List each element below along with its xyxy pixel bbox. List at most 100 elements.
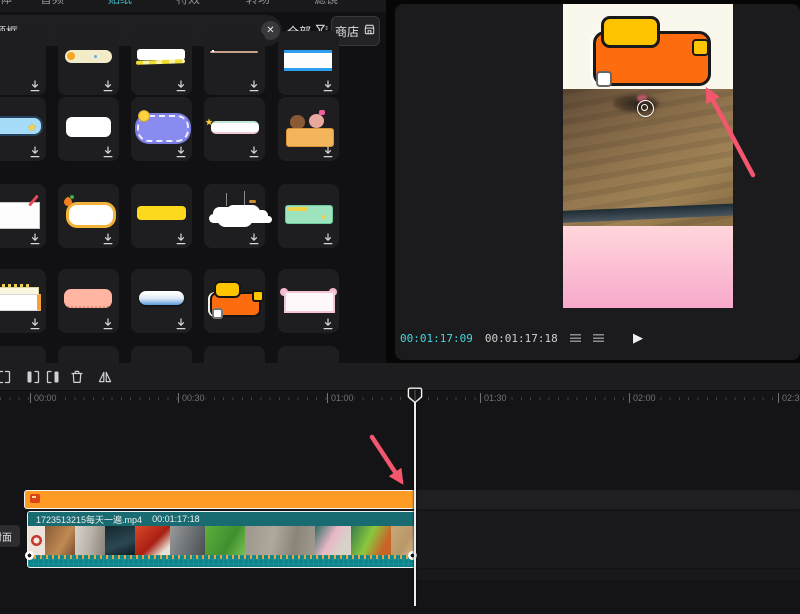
template-card-white-squiggle[interactable]: [131, 31, 192, 95]
sticker-white-corner: [596, 71, 612, 87]
ruler-tick-01:00: 01:00: [327, 393, 354, 403]
ruler-tick-00:30: 00:30: [178, 393, 205, 403]
delete-icon[interactable]: [69, 369, 85, 385]
ruler-tick-02:00: 02:00: [629, 393, 656, 403]
cover-button-label: 封面: [0, 529, 12, 544]
download-icon[interactable]: [29, 79, 41, 91]
template-card-bears-sign[interactable]: [278, 97, 339, 161]
video-clip-thumbnails: [28, 526, 415, 555]
template-card-plain[interactable]: [58, 346, 119, 363]
download-icon[interactable]: [322, 317, 334, 329]
video-thumbnail-8: [245, 526, 315, 555]
download-icon[interactable]: [102, 145, 114, 157]
download-icon[interactable]: [102, 79, 114, 91]
tab-音频[interactable]: 音频: [40, 0, 64, 12]
template-card-cloud[interactable]: [204, 184, 265, 248]
tab-媒体[interactable]: 媒体: [0, 0, 12, 12]
download-icon[interactable]: [248, 232, 260, 244]
sticker-clip-icon: [30, 494, 40, 503]
template-card-blue-box[interactable]: [278, 31, 339, 95]
template-card-white-rounded[interactable]: [58, 97, 119, 161]
sticker-yellow-corner: [692, 39, 709, 56]
download-icon[interactable]: [322, 232, 334, 244]
timeline-ruler[interactable]: 00:0000:3001:0001:3002:0002:30: [0, 390, 800, 406]
video-clip[interactable]: 1723513215每天一遍.mp4 00:01:17:18: [27, 511, 416, 568]
clip-trim-handle-left[interactable]: [25, 551, 34, 560]
download-icon[interactable]: [175, 79, 187, 91]
download-icon[interactable]: [29, 232, 41, 244]
download-icon[interactable]: [29, 145, 41, 157]
template-card-purple-dashed[interactable]: [131, 97, 192, 161]
layout-icon-2[interactable]: [593, 334, 604, 344]
template-card-blue-gradient[interactable]: [131, 269, 192, 333]
tab-滤镜[interactable]: 滤镜: [314, 0, 338, 12]
app-window: 媒体音频贴纸特效转场滤镜 标题框 ✕ 全部 商店 ★★: [0, 0, 800, 614]
video-frame-cream-section: [563, 4, 733, 89]
video-thumbnail-4: [105, 526, 135, 555]
split-icon[interactable]: [0, 369, 12, 385]
video-preview[interactable]: [563, 4, 733, 308]
tab-贴纸[interactable]: 贴纸: [108, 0, 132, 12]
tab-转场[interactable]: 转场: [246, 0, 270, 12]
download-icon[interactable]: [175, 317, 187, 329]
delete-left-icon[interactable]: [25, 369, 41, 385]
video-thumbnail-10: [351, 526, 391, 555]
template-card-plain[interactable]: [0, 31, 46, 95]
clip-trim-handle-right[interactable]: [408, 551, 417, 560]
timeline-panel: 00:0000:3001:0001:3002:0002:30 172351321…: [0, 363, 800, 614]
sticker-clip[interactable]: [24, 490, 415, 509]
template-card-thin-line[interactable]: [204, 31, 265, 95]
cover-button[interactable]: 封面: [0, 525, 20, 547]
rotate-handle-icon[interactable]: [637, 100, 654, 117]
download-icon[interactable]: [102, 317, 114, 329]
total-timecode: 00:01:17:18: [485, 332, 558, 345]
tab-特效[interactable]: 特效: [176, 0, 200, 12]
playhead-line[interactable]: [414, 390, 416, 606]
ruler-tick-02:30: 02:30: [778, 393, 800, 403]
template-card-plain[interactable]: [0, 346, 46, 363]
video-thumbnail-5: [135, 526, 170, 555]
template-card-cream-banner[interactable]: [58, 31, 119, 95]
video-clip-duration: 00:01:17:18: [152, 514, 200, 524]
template-card-white-pencil[interactable]: [0, 184, 46, 248]
download-icon[interactable]: [175, 145, 187, 157]
mirror-icon[interactable]: [97, 369, 113, 385]
template-card-pig-frame[interactable]: [278, 269, 339, 333]
template-card-mint-box[interactable]: [278, 184, 339, 248]
template-card-plain[interactable]: [204, 346, 265, 363]
preview-panel: 00:01:17:09 00:01:17:18 ▶: [395, 4, 800, 360]
video-thumbnail-7: [205, 526, 245, 555]
template-card-salmon-bar[interactable]: [58, 269, 119, 333]
download-icon[interactable]: [175, 232, 187, 244]
template-card-orange-tab-selected[interactable]: [204, 269, 265, 333]
video-thumbnail-2: [45, 526, 75, 555]
download-icon[interactable]: [248, 79, 260, 91]
play-button[interactable]: ▶: [633, 330, 643, 346]
download-icon[interactable]: [322, 79, 334, 91]
template-card-blue-bar-star[interactable]: ★: [0, 97, 46, 161]
template-card-plain[interactable]: [131, 346, 192, 363]
download-icon[interactable]: [102, 232, 114, 244]
video-clip-header: 1723513215每天一遍.mp4 00:01:17:18: [28, 512, 415, 526]
template-card-stacked-paper[interactable]: [0, 269, 46, 333]
playhead-head[interactable]: [407, 387, 423, 404]
download-icon[interactable]: [248, 145, 260, 157]
template-card-plain[interactable]: [278, 346, 339, 363]
template-card-thin-pastel[interactable]: ★: [204, 97, 265, 161]
video-frame-pink-section: [563, 226, 733, 308]
timecode-row: 00:01:17:09 00:01:17:18: [400, 332, 604, 345]
video-thumbnail-9: [315, 526, 351, 555]
timeline-toolbar: [0, 363, 800, 391]
template-card-carrot-border[interactable]: [58, 184, 119, 248]
template-card-yellow-bar[interactable]: [131, 184, 192, 248]
download-icon[interactable]: [322, 145, 334, 157]
layout-icon[interactable]: [570, 334, 581, 344]
sticker-track-lane: [416, 490, 800, 509]
sticker-yellow-tab: [601, 16, 660, 48]
delete-right-icon[interactable]: [45, 369, 61, 385]
video-clip-name: 1723513215每天一遍.mp4: [36, 513, 142, 526]
current-timecode: 00:01:17:09: [400, 332, 473, 345]
video-thumbnail-6: [170, 526, 205, 555]
video-thumbnail-3: [75, 526, 105, 555]
download-icon[interactable]: [29, 317, 41, 329]
